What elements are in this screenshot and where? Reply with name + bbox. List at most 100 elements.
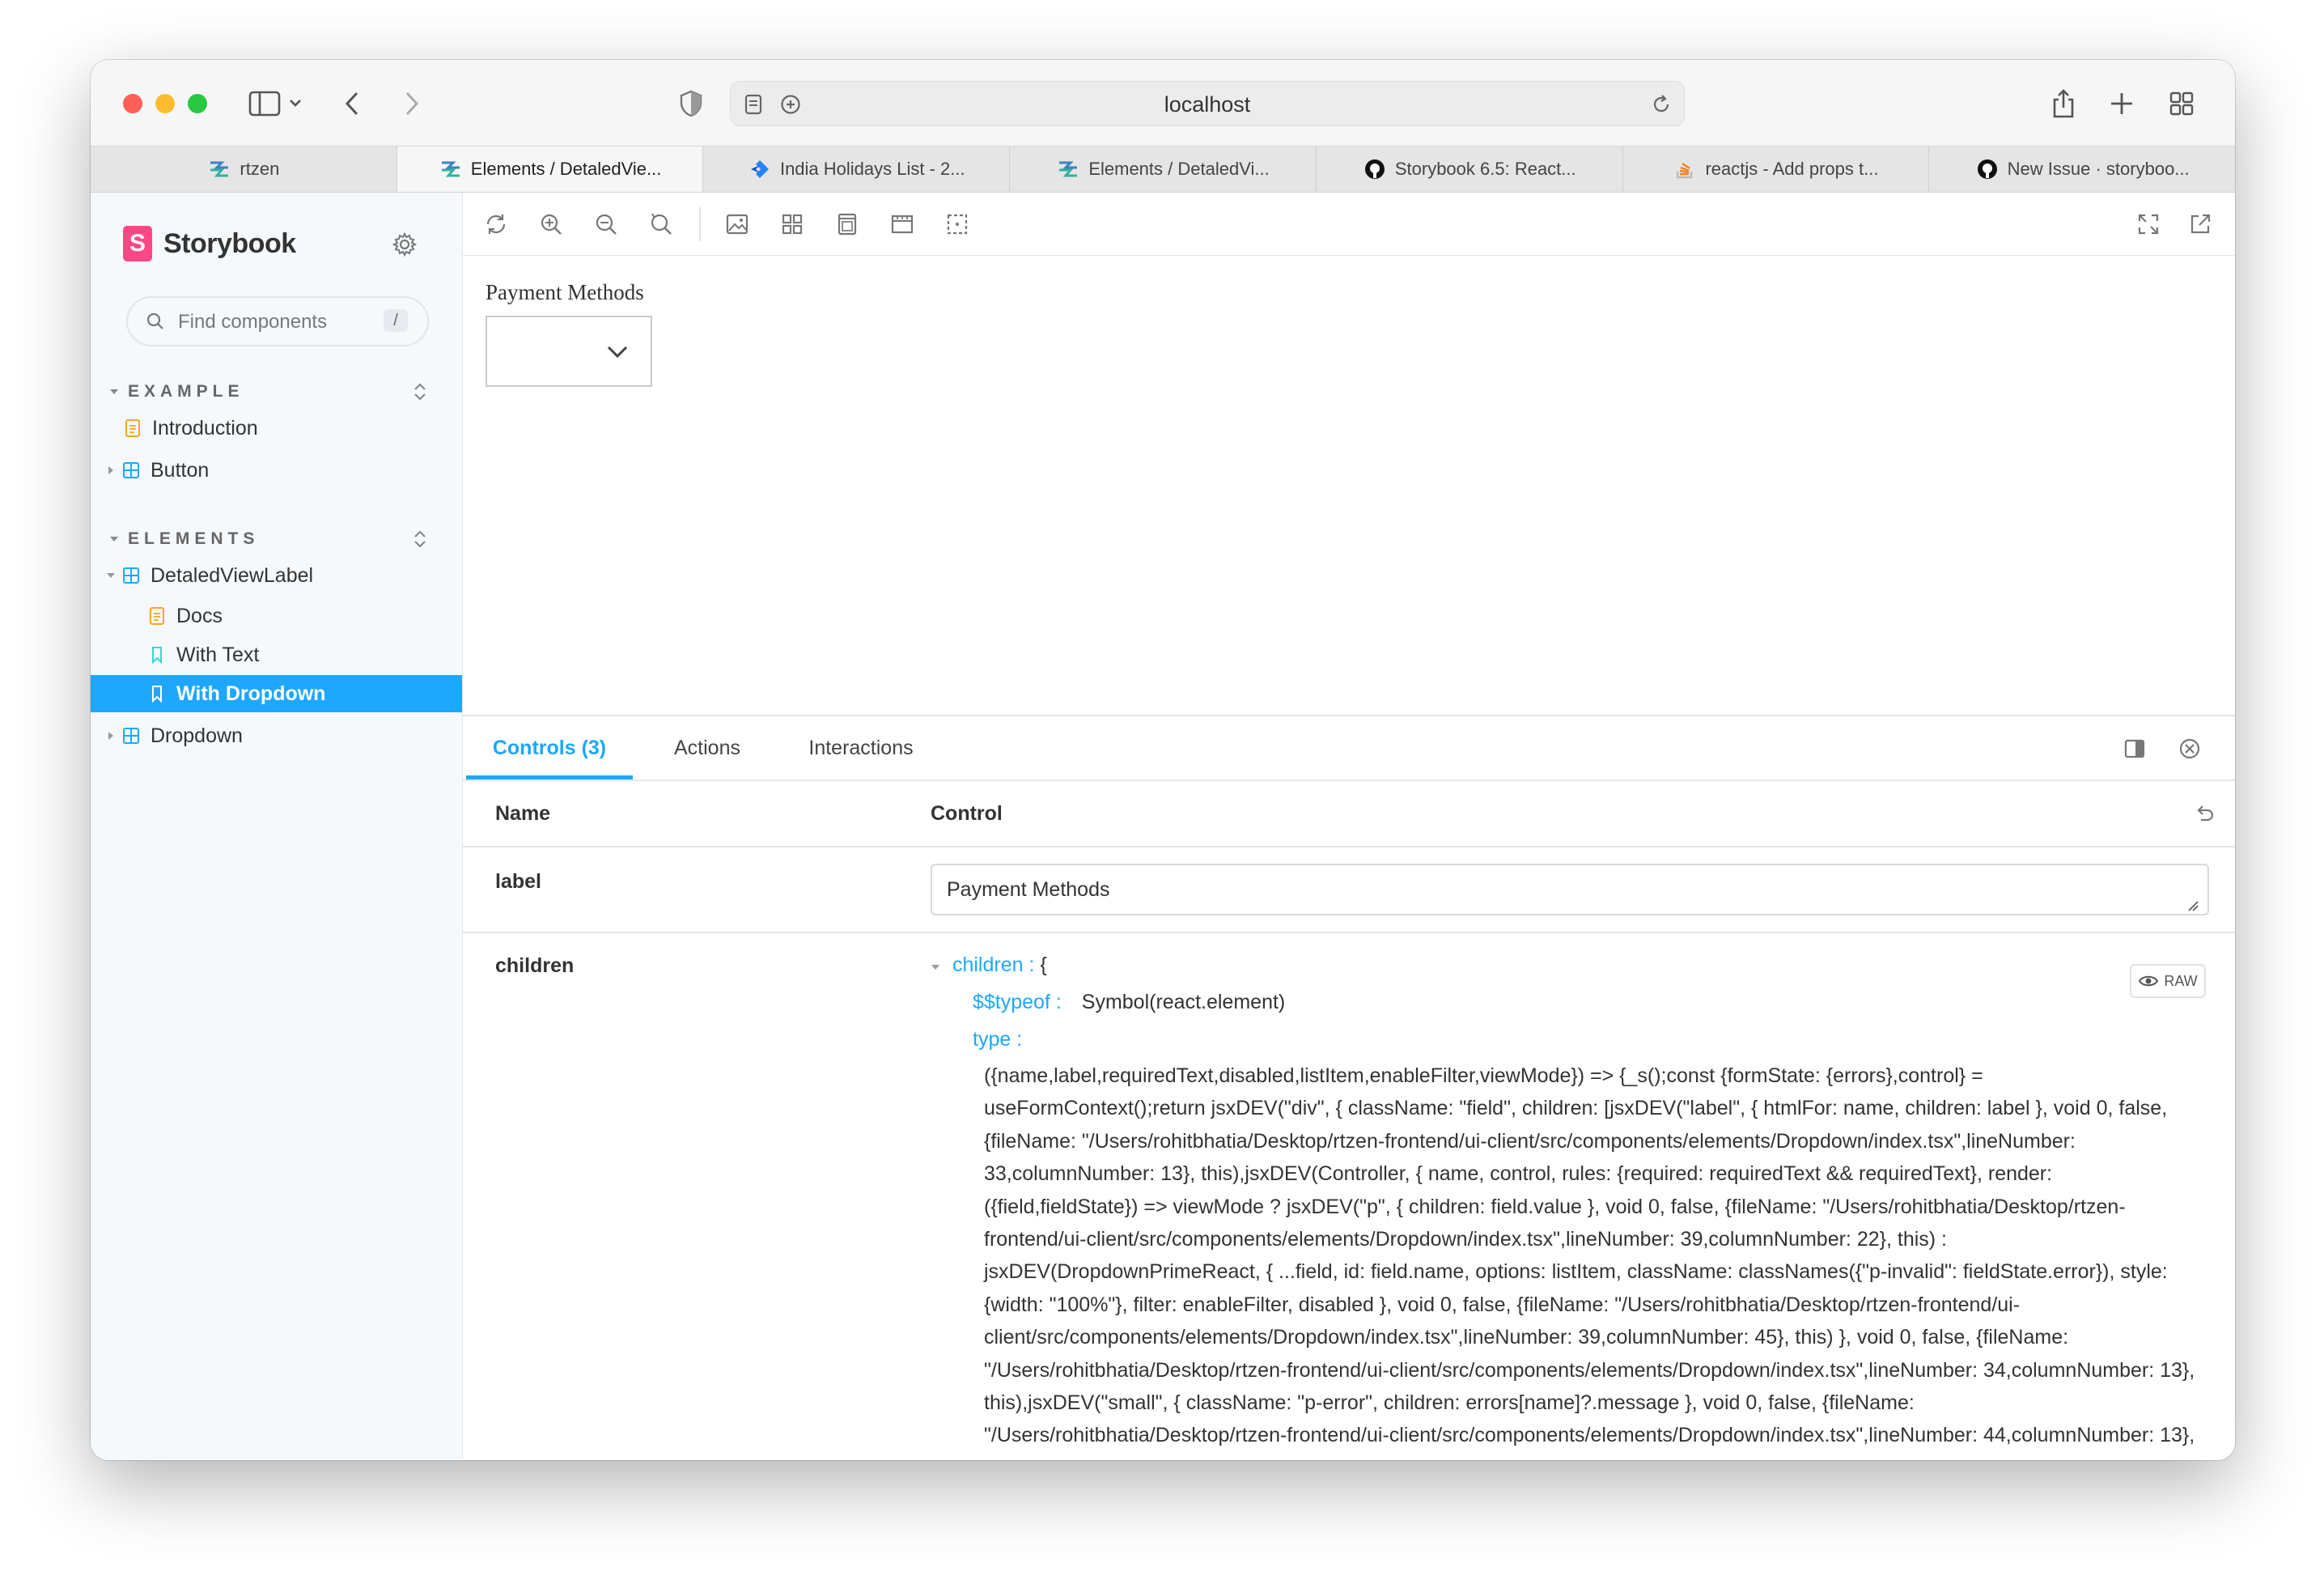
row-name: label [495, 870, 541, 893]
fullscreen-icon[interactable] [2133, 209, 2164, 240]
json-key-type: type : [973, 1028, 1023, 1051]
zoom-reset-icon[interactable] [646, 209, 676, 240]
github-favicon-icon [1975, 157, 2000, 181]
panel-orientation-icon[interactable] [2120, 734, 2149, 763]
sidebar-item-introduction[interactable]: Introduction [91, 410, 462, 447]
caret-right-icon [105, 731, 117, 741]
component-icon [121, 726, 141, 745]
story-canvas: Payment Methods [463, 256, 2235, 715]
json-key-children: children : [952, 954, 1035, 976]
share-icon[interactable] [2044, 84, 2083, 123]
storybook-sidebar: S Storybook / EXAMPLE Introduction [91, 193, 463, 1460]
component-icon [121, 566, 141, 585]
brand-name: Storybook [163, 227, 296, 259]
storybook-favicon-icon [439, 157, 463, 181]
chevron-down-icon [605, 340, 630, 364]
tab-actions[interactable]: Actions [651, 716, 764, 779]
browser-tab[interactable]: Storybook 6.5: React... [1317, 147, 1623, 192]
sidebar-item-detaledviewlabel[interactable]: DetaledViewLabel [91, 557, 462, 594]
expand-collapse-icon[interactable] [408, 380, 432, 404]
json-root-line[interactable]: children : { [931, 951, 1047, 979]
remount-icon[interactable] [481, 209, 511, 240]
browser-tab[interactable]: Elements / DetaledVi... [1010, 147, 1317, 192]
browser-tab-active[interactable]: Elements / DetaledVie... [397, 147, 704, 192]
outline-icon[interactable] [942, 209, 973, 240]
zoom-out-icon[interactable] [591, 209, 621, 240]
sidebar-item-with-dropdown[interactable]: With Dropdown [91, 675, 462, 712]
storybook-main: Payment Methods Controls (3) Actions Int… [463, 193, 2235, 1460]
payment-methods-dropdown[interactable] [486, 316, 652, 387]
tab-interactions[interactable]: Interactions [780, 716, 942, 779]
sidebar-item-button[interactable]: Button [91, 452, 462, 489]
search-input[interactable] [176, 298, 374, 346]
sidebar-item-docs[interactable]: Docs [91, 597, 462, 635]
sidebar-toggle-icon[interactable] [244, 84, 309, 123]
section-title: EXAMPLE [128, 382, 244, 401]
sidebar-item-with-text[interactable]: With Text [91, 636, 462, 673]
sidebar-item-label: Docs [176, 604, 223, 627]
gear-icon[interactable] [390, 230, 419, 259]
collapse-caret-icon[interactable] [931, 951, 947, 979]
zoom-in-icon[interactable] [536, 209, 566, 240]
section-elements[interactable]: ELEMENTS [107, 523, 259, 555]
column-control: Control [931, 802, 1003, 825]
zoom-window-button[interactable] [188, 94, 207, 113]
back-icon[interactable] [333, 84, 372, 123]
caret-right-icon [105, 465, 117, 475]
json-typeof-line: $$typeof : Symbol(react.element) [973, 988, 1285, 1016]
sidebar-item-label: Introduction [152, 416, 258, 440]
search-shortcut-key: / [384, 309, 408, 332]
sidebar-item-label: With Dropdown [176, 682, 326, 705]
browser-toolbar: localhost [91, 60, 2235, 146]
privacy-shield-icon[interactable] [672, 84, 710, 123]
json-value-type: ({name,label,requiredText,disabled,listI… [984, 1064, 2195, 1460]
json-type-line: type : [973, 1026, 1022, 1053]
tab-title: Elements / DetaledVi... [1088, 159, 1270, 179]
json-open-brace: { [1040, 954, 1047, 976]
sidebar-item-dropdown[interactable]: Dropdown [91, 717, 462, 754]
browser-tab[interactable]: rtzen [91, 147, 397, 192]
github-favicon-icon [1363, 157, 1387, 181]
close-panel-icon[interactable] [2175, 734, 2204, 763]
tab-title: New Issue · storyboo... [2007, 159, 2190, 179]
expand-collapse-icon[interactable] [408, 527, 432, 551]
tab-title: Elements / DetaledVie... [470, 159, 662, 179]
tab-title: Storybook 6.5: React... [1394, 159, 1576, 179]
search-icon [144, 310, 167, 333]
address-bar[interactable]: localhost [730, 81, 1685, 126]
storybook-brand[interactable]: S Storybook [123, 225, 296, 262]
json-value-typeof: Symbol(react.element) [1081, 991, 1286, 1013]
close-window-button[interactable] [123, 94, 142, 113]
measure-icon[interactable] [887, 209, 918, 240]
browser-tab[interactable]: India Holidays List - 2... [703, 147, 1011, 192]
tab-controls[interactable]: Controls (3) [466, 716, 633, 779]
row-name: children [495, 954, 575, 977]
resize-grip-icon[interactable] [2186, 899, 2199, 912]
component-icon [121, 461, 141, 480]
addons-panel: Controls (3) Actions Interactions Name C… [463, 715, 2235, 1460]
forward-icon[interactable] [392, 84, 430, 123]
grid-icon[interactable] [777, 209, 808, 240]
background-icon[interactable] [722, 209, 753, 240]
new-tab-icon[interactable] [2102, 84, 2141, 123]
section-example[interactable]: EXAMPLE [107, 376, 244, 408]
viewport-icon[interactable] [832, 209, 863, 240]
reset-controls-icon[interactable] [2190, 799, 2219, 828]
open-new-tab-icon[interactable] [2185, 209, 2216, 240]
browser-tab[interactable]: New Issue · storyboo... [1929, 147, 2235, 192]
storybook-favicon-icon [207, 157, 231, 181]
raw-toggle-button[interactable]: RAW [2130, 964, 2206, 998]
component-search[interactable]: / [126, 296, 429, 346]
storybook-logo-icon: S [123, 226, 152, 261]
tab-overview-icon[interactable] [2162, 84, 2201, 123]
json-key-typeof: $$typeof : [973, 991, 1062, 1013]
caret-down-icon [105, 571, 117, 580]
reload-icon[interactable] [1647, 90, 1676, 119]
control-row-label: label [463, 847, 2235, 933]
browser-tab[interactable]: reactjs - Add props t... [1623, 147, 1930, 192]
sidebar-item-label: With Text [176, 643, 260, 666]
minimize-window-button[interactable] [155, 94, 175, 113]
controls-table-header: Name Control [463, 781, 2235, 847]
preview-toolbar [463, 193, 2235, 256]
label-text-input[interactable] [931, 864, 2209, 915]
